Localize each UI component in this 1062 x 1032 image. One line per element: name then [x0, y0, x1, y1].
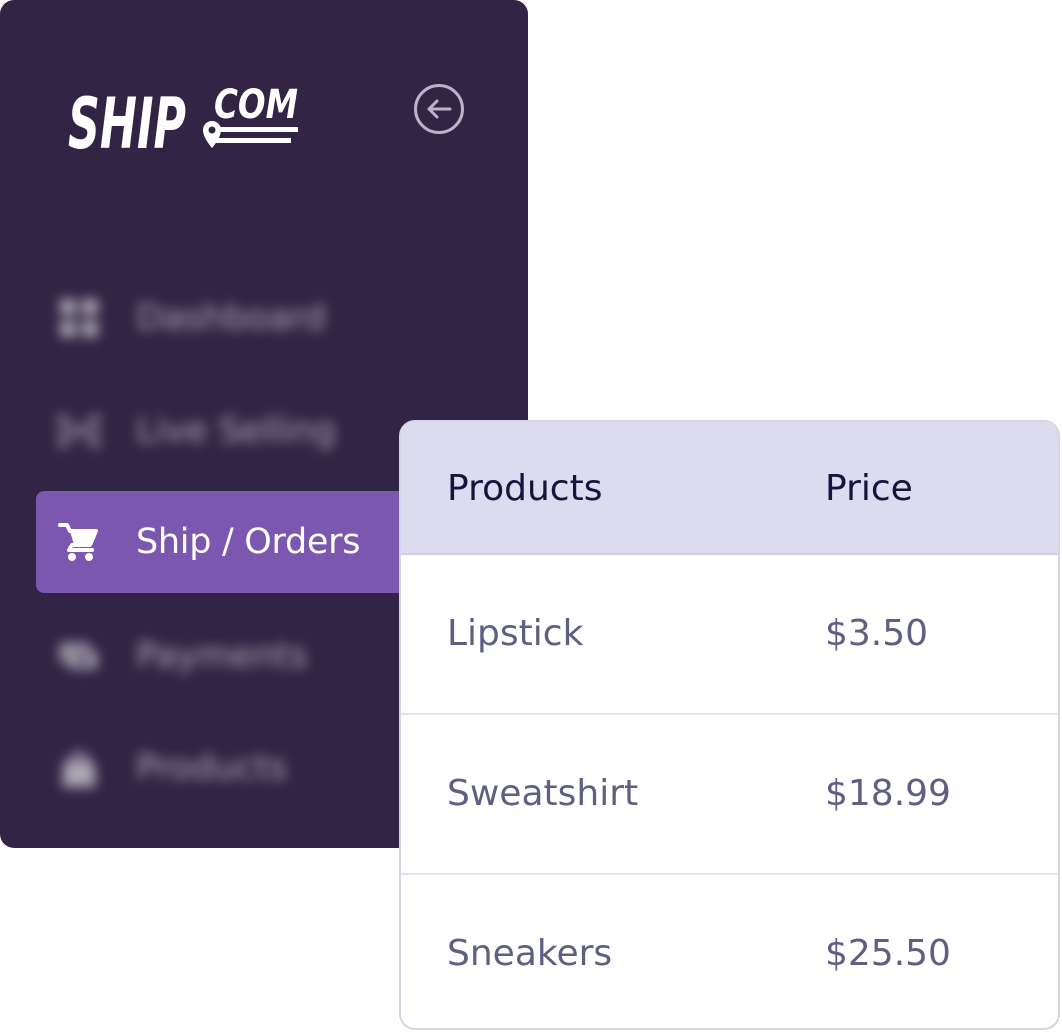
- products-table: Products Price Lipstick $3.50 Sweatshirt…: [399, 420, 1060, 1030]
- sidebar-item-label: Dashboard: [136, 298, 326, 338]
- bag-icon: [58, 747, 100, 789]
- product-name: Lipstick: [447, 613, 584, 654]
- table-header: Products Price: [401, 422, 1058, 555]
- shipcom-logo[interactable]: SHIP COM: [66, 78, 306, 168]
- product-name: Sneakers: [447, 933, 613, 974]
- logo-text-secondary: COM: [214, 82, 298, 128]
- logo-stripe: [216, 127, 298, 132]
- payments-icon: [58, 635, 100, 677]
- product-price: $18.99: [825, 773, 951, 814]
- grid-icon: [58, 297, 100, 339]
- sidebar-item-label: Payments: [136, 636, 308, 676]
- column-header-price[interactable]: Price: [825, 422, 913, 555]
- sidebar-item-label: Ship / Orders: [136, 522, 361, 562]
- map-pin-icon: [203, 121, 221, 148]
- table-row[interactable]: Sweatshirt $18.99: [401, 715, 1058, 875]
- cart-icon: [58, 521, 100, 563]
- shipcom-logo-mark: SHIP COM: [68, 82, 298, 165]
- table-row[interactable]: Sneakers $25.50: [401, 875, 1058, 1028]
- product-price: $3.50: [825, 613, 929, 654]
- sidebar-item-label: Products: [136, 748, 288, 788]
- logo-text-primary: SHIP: [68, 83, 186, 165]
- arrow-left-circle-icon: [414, 84, 464, 134]
- product-name: Sweatshirt: [447, 773, 639, 814]
- product-price: $25.50: [825, 933, 951, 974]
- collapse-sidebar-button[interactable]: [413, 83, 465, 135]
- broadcast-icon: [58, 410, 100, 452]
- table-row[interactable]: Lipstick $3.50: [401, 555, 1058, 715]
- sidebar-item-label: Live Selling: [136, 411, 336, 451]
- sidebar-item-dashboard[interactable]: Dashboard: [36, 268, 528, 368]
- column-header-products[interactable]: Products: [447, 422, 602, 555]
- logo-stripe: [216, 138, 291, 143]
